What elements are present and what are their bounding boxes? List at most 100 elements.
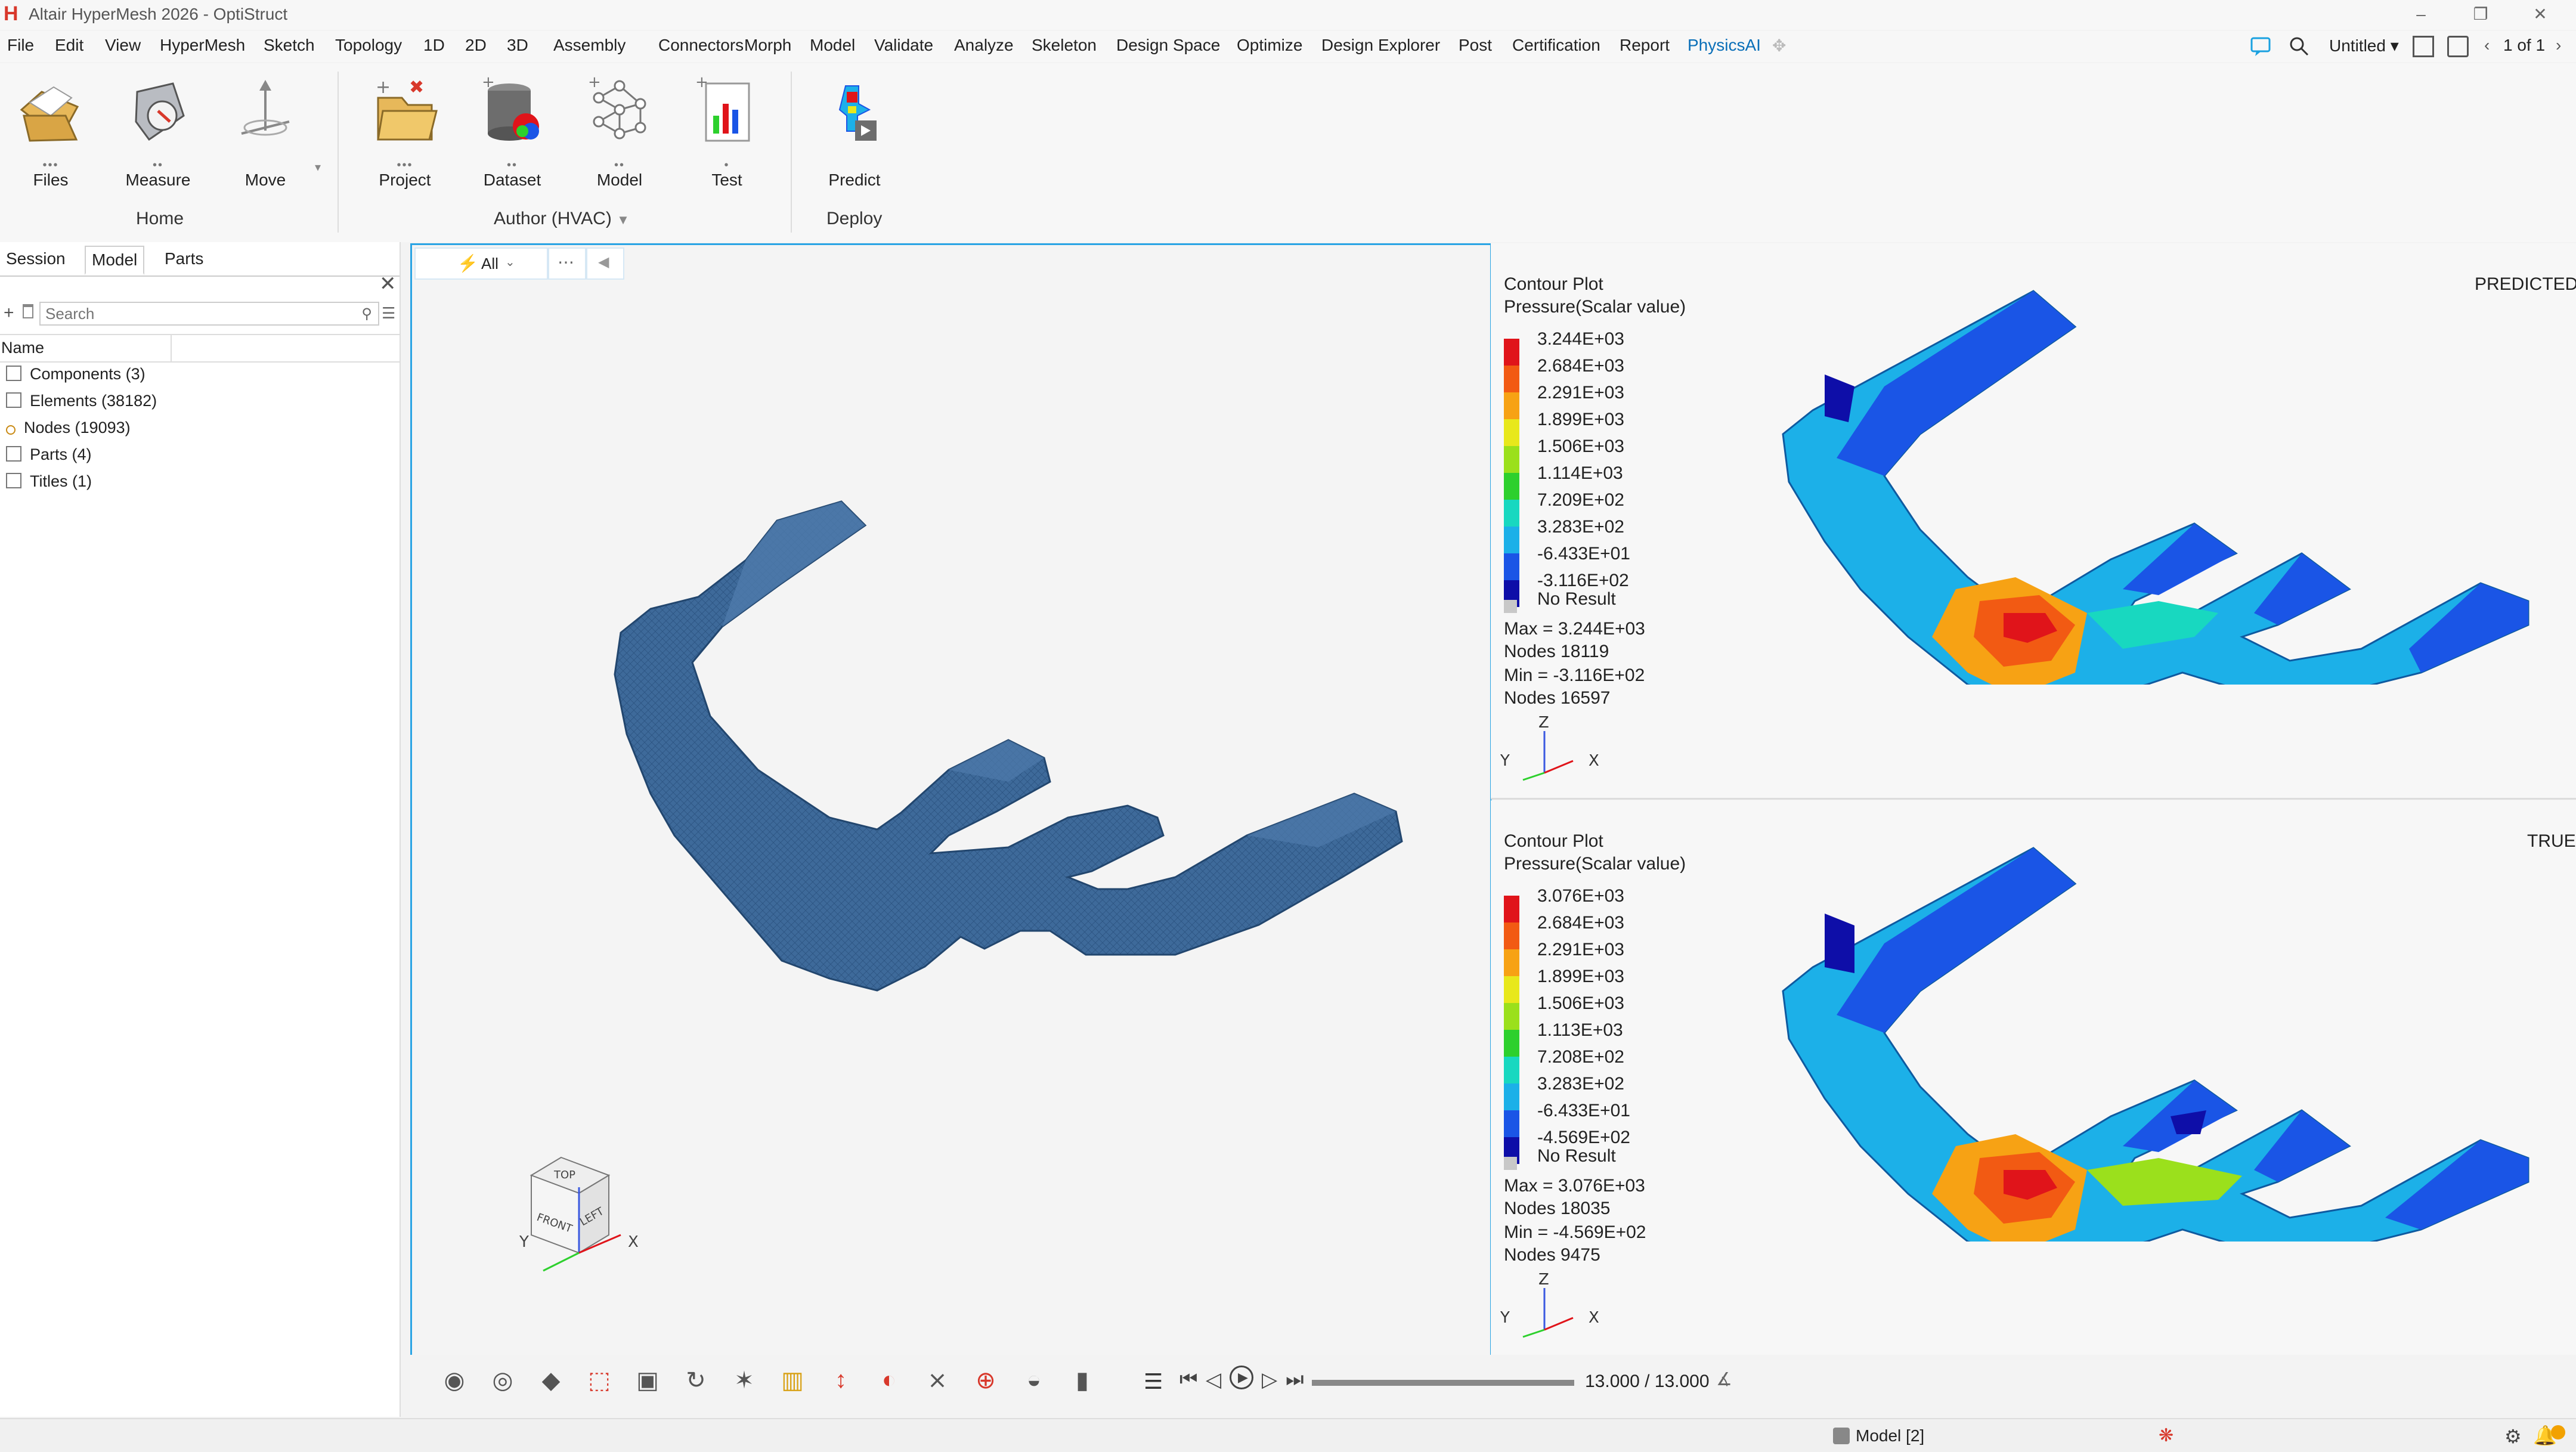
menu-post[interactable]: Post	[1459, 36, 1492, 55]
fit-view-icon[interactable]: ⬚	[583, 1367, 616, 1400]
visualization-icon[interactable]: ◉	[438, 1367, 471, 1400]
tree-item[interactable]: Titles (1)	[6, 472, 92, 491]
menu-skeleton[interactable]: Skeleton	[1032, 36, 1097, 55]
prev-page-icon[interactable]: ‹	[2484, 36, 2490, 55]
trash-icon[interactable]	[23, 304, 33, 318]
menu-sketch[interactable]: Sketch	[264, 36, 315, 55]
menu-analyze[interactable]: Analyze	[954, 36, 1014, 55]
chat-icon[interactable]	[2249, 35, 2273, 58]
triad-icon[interactable]: ⨯	[921, 1367, 954, 1400]
axis-triad-icon: Z Y X	[1500, 714, 1599, 781]
menu-3d[interactable]: 3D	[507, 36, 528, 55]
filter-icon[interactable]: ☰	[382, 304, 395, 323]
predicted-contour-model[interactable]	[1705, 279, 2552, 685]
menu-file[interactable]: File	[7, 36, 34, 55]
project-tool[interactable]: + ✖ ••• Project	[354, 74, 456, 199]
globe-icon[interactable]: ◎	[486, 1367, 519, 1400]
tree-item-label: Nodes (19093)	[24, 419, 131, 436]
play-button[interactable]: ▶	[1230, 1366, 1253, 1389]
folder-files-icon	[18, 74, 83, 151]
true-contour-model[interactable]	[1705, 836, 2552, 1242]
menu-design-explorer[interactable]: Design Explorer	[1321, 36, 1440, 55]
move-dropdown-icon[interactable]: ▾	[315, 160, 321, 175]
animation-slider[interactable]	[1312, 1380, 1574, 1386]
minimize-button[interactable]: –	[2403, 2, 2439, 26]
menu-certification[interactable]: Certification	[1512, 36, 1600, 55]
menu-2d[interactable]: 2D	[465, 36, 487, 55]
column-divider[interactable]	[171, 335, 172, 361]
menu-view[interactable]: View	[105, 36, 141, 55]
menu-validate[interactable]: Validate	[874, 36, 933, 55]
search-icon[interactable]	[2287, 35, 2311, 58]
add-tab-icon[interactable]: ✥	[1772, 36, 1786, 55]
last-frame-icon[interactable]: ⏭	[1286, 1368, 1304, 1391]
clip-icon[interactable]: ▥	[776, 1367, 809, 1400]
column-name[interactable]: Name	[1, 339, 44, 357]
predict-tool[interactable]: Predict	[804, 74, 905, 199]
predicted-result-panel: PREDICTED Contour Plot Pressure(Scalar v…	[1491, 243, 2576, 798]
chevron-down-icon: ▼	[617, 212, 630, 227]
menu-design-space[interactable]: Design Space	[1116, 36, 1220, 55]
search-icon[interactable]: ⚲	[361, 305, 372, 323]
rotate-icon[interactable]: ↻	[679, 1367, 713, 1400]
add-icon[interactable]: +	[4, 303, 14, 323]
tree-item[interactable]: Components (3)	[6, 365, 145, 383]
group-author[interactable]: Author (HVAC) ▼	[494, 209, 630, 229]
tree-item[interactable]: Nodes (19093)	[6, 419, 131, 437]
restore-button[interactable]: ❐	[2463, 2, 2498, 26]
settings-icon[interactable]: ⚙	[2504, 1425, 2522, 1448]
dataset-tool[interactable]: + •• Dataset	[462, 73, 563, 199]
menu-icon[interactable]: ☰	[1144, 1369, 1163, 1394]
max-value: Max = 3.076E+03	[1504, 1176, 1645, 1196]
view-options-icon[interactable]: ▣	[631, 1367, 664, 1400]
section-icon[interactable]: ✶	[727, 1367, 761, 1400]
first-frame-icon[interactable]: ⏮	[1179, 1368, 1198, 1391]
model-tool[interactable]: + •• Model	[569, 73, 670, 199]
menu-report[interactable]: Report	[1620, 36, 1670, 55]
tree-item[interactable]: Parts (4)	[6, 445, 92, 464]
menu-topology[interactable]: Topology	[335, 36, 402, 55]
untitled-dropdown[interactable]: Untitled ▾	[2329, 36, 2399, 55]
contour-title: Contour Plot	[1504, 831, 1603, 851]
axis-y-label: Y	[519, 1233, 529, 1251]
color-icon[interactable]: ◐	[872, 1367, 906, 1400]
page-icon[interactable]	[2447, 36, 2469, 57]
svg-text:✖: ✖	[409, 77, 424, 98]
files-tool[interactable]: ••• Files	[0, 74, 101, 199]
next-page-icon[interactable]: ›	[2556, 36, 2561, 55]
measure-tool[interactable]: •• Measure	[107, 74, 209, 199]
shaded-icon[interactable]: ◆	[534, 1367, 568, 1400]
lighting-icon[interactable]: ◒	[1017, 1367, 1051, 1400]
move-tool[interactable]: Move	[215, 74, 316, 199]
menu-optimize[interactable]: Optimize	[1237, 36, 1302, 55]
search-input[interactable]	[44, 303, 345, 324]
close-panel-icon[interactable]: ✕	[379, 272, 397, 296]
zoom-icon[interactable]: ⊕	[969, 1367, 1002, 1400]
menu-model[interactable]: Model	[810, 36, 855, 55]
animation-time: 13.000 / 13.000	[1585, 1371, 1710, 1391]
lock-icon[interactable]: ▮	[1066, 1367, 1099, 1400]
test-tool[interactable]: + • Test	[676, 73, 778, 199]
tab-parts[interactable]: Parts	[159, 246, 209, 272]
legend-swatch	[1504, 446, 1519, 473]
graphics-viewport[interactable]: ⚡ All ⌄ ⋯ ◀ TOP FRONT LEFT Y X	[410, 243, 1492, 1358]
isolate-icon[interactable]: ↕	[824, 1367, 857, 1400]
next-frame-icon[interactable]: ▷	[1262, 1368, 1277, 1392]
menu-assembly[interactable]: Assembly	[553, 36, 626, 55]
prev-frame-icon[interactable]: ◁	[1206, 1368, 1221, 1392]
menu-morph[interactable]: Morph	[744, 36, 791, 55]
menu-hypermesh[interactable]: HyperMesh	[160, 36, 245, 55]
menu-edit[interactable]: Edit	[55, 36, 83, 55]
menu-1d[interactable]: 1D	[423, 36, 445, 55]
layout-icon[interactable]	[2413, 36, 2434, 57]
menu-physicsai[interactable]: PhysicsAI	[1688, 36, 1761, 55]
svg-text:X: X	[1589, 752, 1599, 770]
tree-item[interactable]: Elements (38182)	[6, 392, 157, 410]
menu-connectors[interactable]: Connectors	[658, 36, 744, 55]
view-cube[interactable]: TOP FRONT LEFT Y X	[472, 1151, 651, 1289]
model-status[interactable]: Model [2]	[1856, 1426, 1924, 1445]
tab-model[interactable]: Model	[85, 246, 145, 275]
tab-session[interactable]: Session	[0, 246, 72, 272]
animation-settings-icon[interactable]: ∡	[1716, 1369, 1732, 1390]
close-window-button[interactable]: ✕	[2522, 2, 2558, 26]
